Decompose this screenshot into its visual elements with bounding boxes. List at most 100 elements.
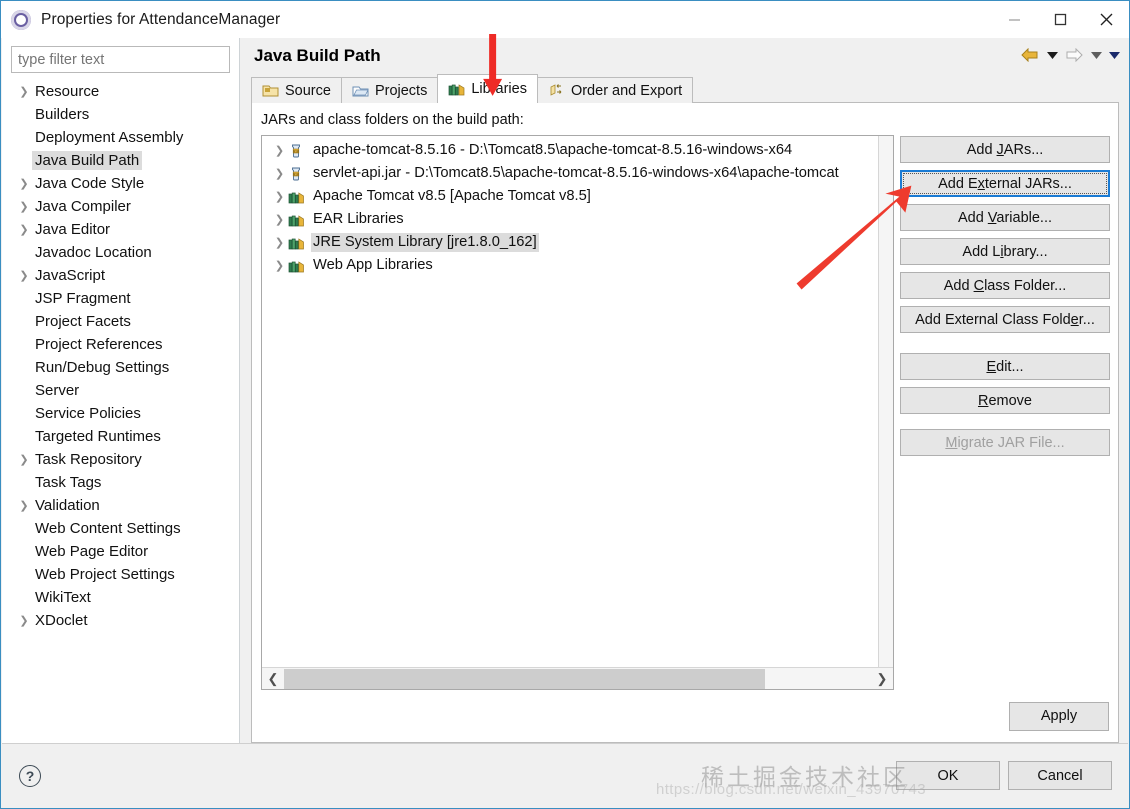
chevron-right-icon[interactable]: ❯ (271, 213, 288, 226)
chevron-right-icon[interactable]: ❯ (16, 614, 32, 627)
button-label: Add External Class Folder... (915, 311, 1095, 328)
tab-libraries[interactable]: Libraries (437, 74, 538, 103)
sidebar-item-label: Java Code Style (35, 175, 145, 192)
remove-button[interactable]: Remove (900, 387, 1110, 414)
settings-sidebar: ❯ResourceBuildersDeployment Assembly Java… (2, 38, 240, 743)
sidebar-item-javascript[interactable]: ❯ JavaScript (2, 264, 239, 287)
sidebar-item-label: Task Tags (35, 474, 102, 491)
tab-projects[interactable]: Projects (340, 77, 439, 103)
add-jars-button[interactable]: Add JARs... (900, 136, 1110, 163)
add-variable-button[interactable]: Add Variable... (900, 204, 1110, 231)
chevron-right-icon[interactable]: ❯ (16, 499, 32, 512)
sidebar-item-server[interactable]: Server (2, 379, 239, 402)
button-label: Add External JARs... (938, 175, 1072, 192)
back-arrow-icon[interactable] (1018, 44, 1042, 66)
jar-icon: 010 (288, 166, 306, 182)
button-label: Add Library... (962, 243, 1048, 260)
sidebar-item-web-project-settings[interactable]: Web Project Settings (2, 563, 239, 586)
sidebar-item-wikitext[interactable]: WikiText (2, 586, 239, 609)
chevron-right-icon[interactable]: ❯ (271, 236, 288, 249)
close-button[interactable] (1083, 1, 1129, 38)
classpath-entry-row[interactable]: ❯ Apache Tomcat v8.5 [Apache Tomcat v8.5] (262, 185, 878, 208)
scroll-right-chevron-right-icon[interactable]: ❯ (871, 669, 893, 689)
sidebar-item-web-page-editor[interactable]: Web Page Editor (2, 540, 239, 563)
classpath-entry-label: EAR Libraries (313, 211, 404, 227)
sidebar-item-project-references[interactable]: Project References (2, 333, 239, 356)
filter-input[interactable] (11, 46, 230, 73)
sidebar-item-service-policies[interactable]: Service Policies (2, 402, 239, 425)
chevron-right-icon[interactable]: ❯ (16, 269, 32, 282)
back-history-chevron-down-icon[interactable] (1044, 44, 1060, 66)
sidebar-item-label: Project References (35, 336, 163, 353)
chevron-right-icon[interactable]: ❯ (16, 223, 32, 236)
svg-text:010: 010 (293, 149, 299, 153)
sidebar-item-deployment-assembly[interactable]: Deployment Assembly (2, 126, 239, 149)
sidebar-item-task-tags[interactable]: Task Tags (2, 471, 239, 494)
classpath-entry-row[interactable]: ❯ EAR Libraries (262, 208, 878, 231)
chevron-right-icon[interactable]: ❯ (16, 200, 32, 213)
classpath-entry-row[interactable]: ❯ Web App Libraries (262, 254, 878, 277)
tab-order-and-export[interactable]: Order and Export (536, 77, 694, 103)
add-external-class-folder-button[interactable]: Add External Class Folder... (900, 306, 1110, 333)
sidebar-item-run-debug-settings[interactable]: Run/Debug Settings (2, 356, 239, 379)
sidebar-item-resource[interactable]: ❯ Resource (2, 80, 239, 103)
classpath-entry-row[interactable]: ❯ 010 servlet-api.jar - D:\Tomcat8.5\apach… (262, 162, 878, 185)
tab-source[interactable]: Source (251, 77, 342, 103)
maximize-button[interactable] (1037, 1, 1083, 38)
sidebar-item-task-repository[interactable]: ❯ Task Repository (2, 448, 239, 471)
apply-button[interactable]: Apply (1009, 701, 1109, 731)
sidebar-item-label: Validation (35, 497, 100, 514)
svg-text:010: 010 (293, 172, 299, 176)
sidebar-item-builders[interactable]: Builders (2, 103, 239, 126)
chevron-right-icon[interactable]: ❯ (271, 190, 288, 203)
view-menu-chevron-down-icon[interactable] (1106, 44, 1122, 66)
sidebar-item-java-editor[interactable]: ❯ Java Editor (2, 218, 239, 241)
classpath-rows[interactable]: ❯ 010 apache-tomcat-8.5.16 - D:\Tomcat8.5\… (262, 136, 878, 667)
sidebar-item-project-facets[interactable]: Project Facets (2, 310, 239, 333)
chevron-right-icon[interactable]: ❯ (271, 167, 288, 180)
add-external-jars-button[interactable]: Add External JARs... (900, 170, 1110, 197)
sidebar-item-xdoclet[interactable]: ❯ XDoclet (2, 609, 239, 632)
chevron-right-icon[interactable]: ❯ (16, 453, 32, 466)
chevron-right-icon[interactable]: ❯ (271, 259, 288, 272)
help-question-icon[interactable]: ? (19, 764, 41, 787)
chevron-right-icon[interactable]: ❯ (16, 85, 32, 98)
sidebar-item-jsp-fragment[interactable]: JSP Fragment (2, 287, 239, 310)
tab-label: Order and Export (570, 82, 683, 99)
sidebar-item-targeted-runtimes[interactable]: Targeted Runtimes (2, 425, 239, 448)
forward-history-chevron-down-icon[interactable] (1088, 44, 1104, 66)
add-class-folder-button[interactable]: Add Class Folder... (900, 272, 1110, 299)
sidebar-item-java-code-style[interactable]: ❯ Java Code Style (2, 172, 239, 195)
sidebar-item-label: Run/Debug Settings (35, 359, 170, 376)
edit-button[interactable]: Edit... (900, 353, 1110, 380)
sidebar-item-validation[interactable]: ❯ Validation (2, 494, 239, 517)
classpath-entry-label: Apache Tomcat v8.5 [Apache Tomcat v8.5] (313, 188, 591, 204)
sidebar-item-label: Javadoc Location (35, 244, 152, 261)
sidebar-item-web-content-settings[interactable]: Web Content Settings (2, 517, 239, 540)
sidebar-item-javadoc-location[interactable]: Javadoc Location (2, 241, 239, 264)
project-folder-icon (352, 83, 369, 98)
classpath-entry-row[interactable]: ❯ 010 apache-tomcat-8.5.16 - D:\Tomcat8.5\… (262, 139, 878, 162)
list-vertical-scrollbar[interactable] (878, 136, 893, 667)
ok-button[interactable]: OK (896, 761, 1000, 790)
sidebar-item-java-compiler[interactable]: ❯ Java Compiler (2, 195, 239, 218)
classpath-list[interactable]: ❯ 010 apache-tomcat-8.5.16 - D:\Tomcat8.5\… (261, 135, 894, 690)
minimize-button[interactable] (991, 1, 1037, 38)
cancel-button[interactable]: Cancel (1008, 761, 1112, 790)
chevron-right-icon[interactable]: ❯ (271, 144, 288, 157)
chevron-right-icon[interactable]: ❯ (16, 177, 32, 190)
list-horizontal-scrollbar[interactable]: ❮ ❯ (262, 667, 893, 689)
properties-dialog: Properties for AttendanceManager ❯Resour… (0, 0, 1130, 809)
sidebar-item-label: Web Content Settings (35, 520, 181, 537)
sidebar-item-java-build-path[interactable]: Java Build Path (2, 149, 239, 172)
sidebar-item-label: Java Build Path (32, 151, 143, 170)
scrollbar-track[interactable] (284, 668, 871, 689)
scroll-left-chevron-left-icon[interactable]: ❮ (262, 669, 284, 689)
forward-arrow-icon[interactable] (1062, 44, 1086, 66)
settings-tree[interactable]: ❯ Resource Builders Deployment Assembly Java… (2, 77, 239, 743)
libraries-tab-panel: JARs and class folders on the build path… (251, 102, 1119, 743)
scrollbar-thumb[interactable] (284, 668, 766, 689)
library-action-buttons: Add JARs... Add External JARs... Add Varia… (900, 135, 1110, 690)
add-library-button[interactable]: Add Library... (900, 238, 1110, 265)
classpath-entry-row[interactable]: ❯ JRE System Library [jre1.8.0_162] (262, 231, 878, 254)
